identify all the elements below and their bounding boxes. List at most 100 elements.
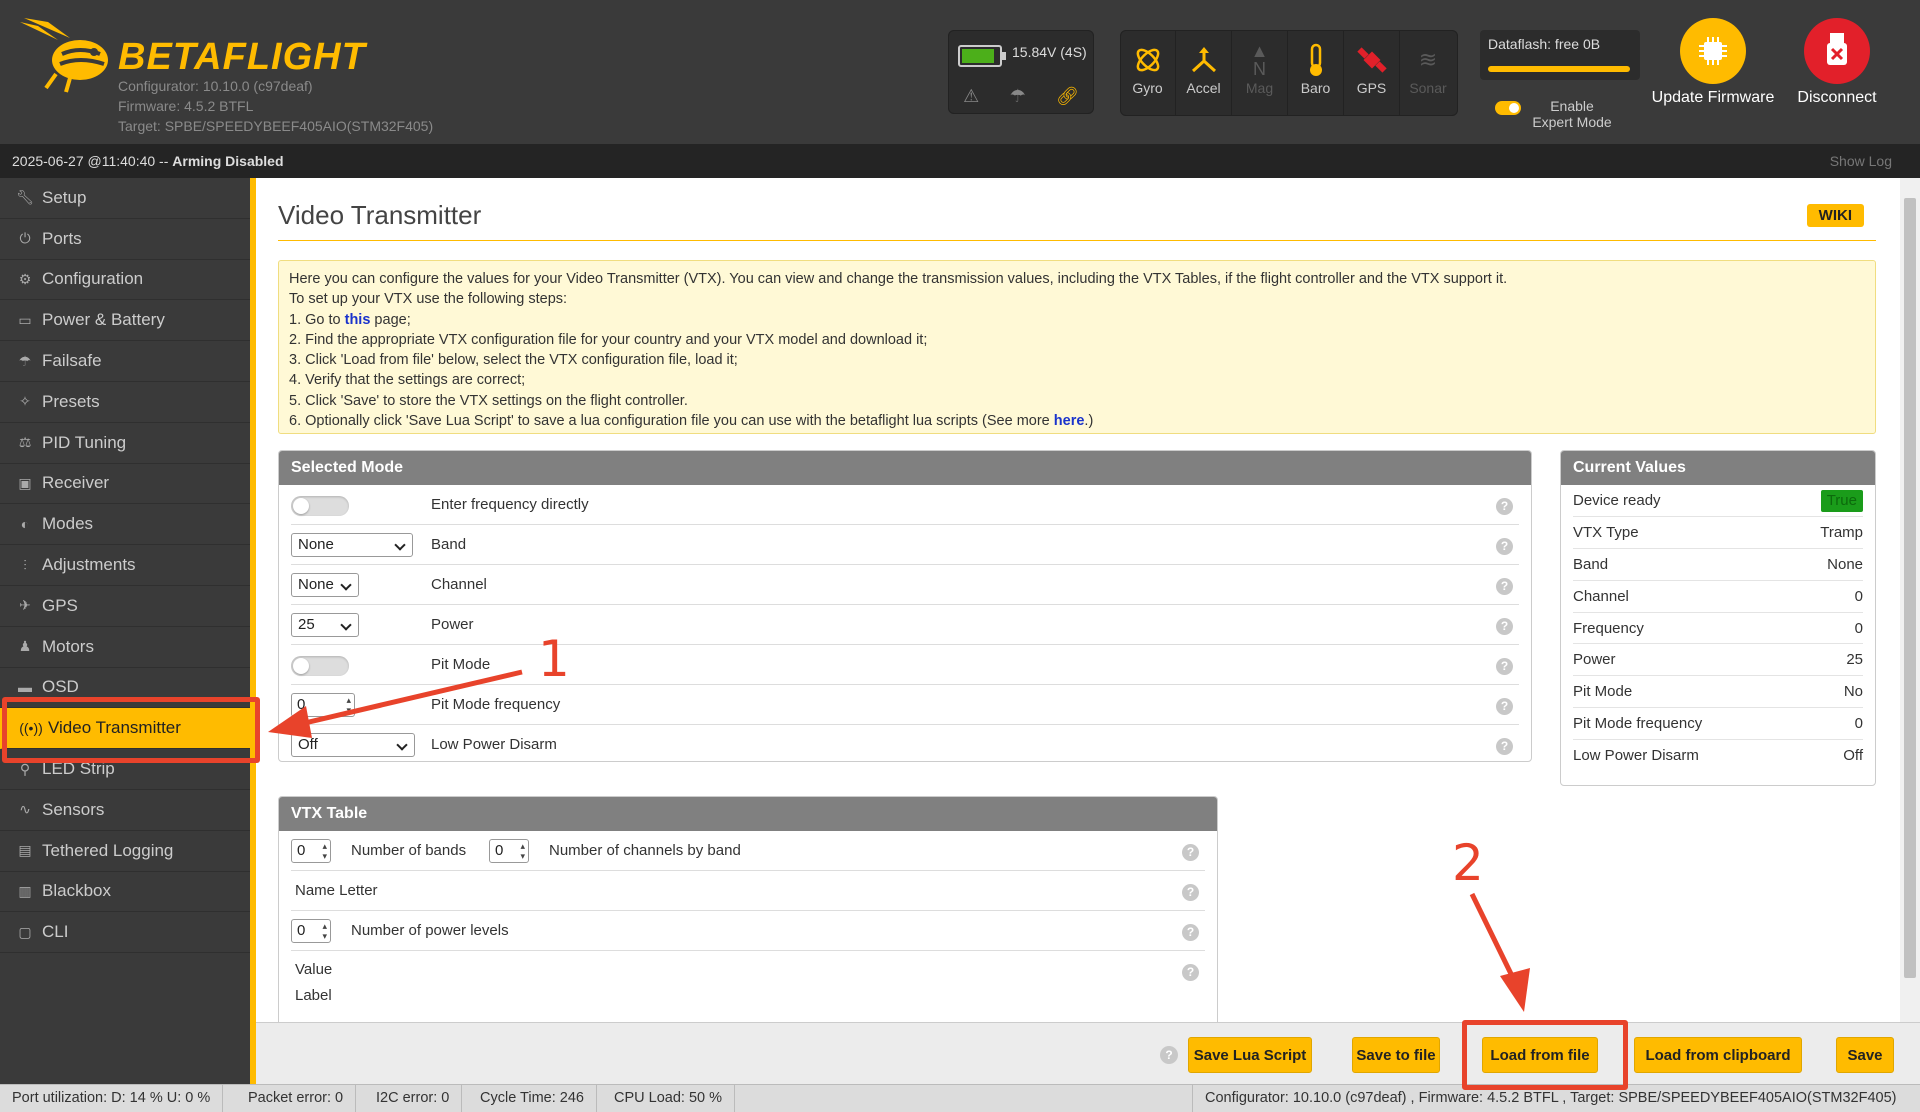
num-channels-input[interactable]: 0	[489, 839, 529, 863]
freq-direct-switch[interactable]	[291, 496, 349, 516]
dataflash-status: Dataflash: free 0B	[1480, 30, 1640, 80]
title-divider	[278, 240, 1876, 241]
sidebar-item-receiver[interactable]: ▣ Receiver	[0, 464, 250, 505]
cv-low-power-disarm: Low Power Disarm Off	[1573, 747, 1863, 765]
sidebar: 🔧︎ Setup ⏻ Ports ⚙ Configuration ▭ Power & B…	[0, 178, 250, 1084]
this-page-link[interactable]: this	[345, 312, 371, 328]
channel-row: None Channel ?	[291, 565, 1519, 605]
modes-icon: ◐	[20, 516, 30, 533]
bottom-status-bar: Port utilization: D: 14 % U: 0 % Packet …	[0, 1084, 1920, 1112]
help-icon[interactable]: ?	[1496, 498, 1513, 515]
expert-mode-switch[interactable]	[1495, 101, 1521, 115]
cv-channel: Channel 0	[1573, 581, 1863, 613]
pit-mode-frequency-input[interactable]: 0	[291, 693, 355, 717]
wiki-button[interactable]: WIKI	[1806, 204, 1864, 227]
cv-power: Power 25	[1573, 644, 1863, 677]
help-icon[interactable]: ?	[1160, 1046, 1178, 1064]
pit-mode-row: Pit Mode ?	[291, 645, 1519, 685]
sidebar-item-sensors[interactable]: ∿ Sensors	[0, 790, 250, 831]
sensor-baro: Baro	[1288, 30, 1344, 116]
help-icon[interactable]: ?	[1496, 658, 1513, 675]
save-to-file-button[interactable]: Save to file	[1352, 1037, 1440, 1073]
parachute-icon: ☂	[1009, 86, 1026, 106]
vtx-bands-row: 0 Number of bands 0 Number of channels b…	[291, 831, 1205, 871]
cv-device-ready: Device ready True	[1573, 485, 1863, 517]
configurator-version: Configurator: 10.10.0 (c97deaf)	[118, 78, 313, 94]
sidebar-item-setup[interactable]: 🔧︎ Setup	[0, 178, 250, 219]
sidebar-item-cli[interactable]: ▢ CLI	[0, 912, 250, 954]
plug-icon: ⏻	[19, 230, 31, 247]
sidebar-item-presets[interactable]: ✧ Presets	[0, 382, 250, 423]
sidebar-item-modes[interactable]: ◐ Modes	[0, 504, 250, 546]
channel-select[interactable]: None	[291, 573, 359, 597]
sidebar-item-failsafe[interactable]: ☂ Failsafe	[0, 341, 250, 382]
warning-icon: ⚠	[963, 86, 980, 106]
battery-voltage: 15.84V (4S)	[1012, 44, 1087, 60]
blackbox-icon: ▥	[18, 882, 32, 899]
wrench-icon: 🔧︎	[16, 189, 34, 206]
gyro-icon	[1120, 40, 1175, 80]
cycle-time: Cycle Time: 246	[468, 1085, 597, 1112]
osd-icon: ▬	[18, 679, 32, 696]
sensor-mag: ▲ N Mag	[1232, 30, 1288, 116]
annotation-box-video-transmitter	[2, 697, 260, 763]
accel-icon	[1176, 40, 1231, 80]
annotation-number-2: 2	[1452, 834, 1484, 892]
target-info: Target: SPBE/SPEEDYBEEF405AIO(STM32F405)	[118, 118, 434, 134]
pulse-icon: ∿	[19, 801, 31, 818]
expert-mode-toggle[interactable]: Enable Expert Mode	[1495, 98, 1615, 130]
power-row: 25 Power ?	[291, 605, 1519, 645]
sidebar-item-motors[interactable]: ♟ Motors	[0, 627, 250, 668]
help-icon[interactable]: ?	[1496, 538, 1513, 555]
disconnect-button[interactable]: Disconnect	[1772, 18, 1902, 107]
num-bands-input[interactable]: 0	[291, 839, 331, 863]
selected-mode-panel: Selected Mode Enter frequency directly ?…	[278, 450, 1532, 762]
power-select[interactable]: 25	[291, 613, 359, 637]
pit-mode-switch[interactable]	[291, 656, 349, 676]
sidebar-item-ports[interactable]: ⏻ Ports	[0, 219, 250, 260]
help-icon[interactable]: ?	[1496, 698, 1513, 715]
show-log-link[interactable]: Show Log	[1830, 144, 1892, 178]
help-icon[interactable]: ?	[1496, 618, 1513, 635]
power-levels-row: 0 Number of power levels ?	[291, 911, 1205, 951]
help-icon[interactable]: ?	[1182, 844, 1199, 861]
sidebar-item-configuration[interactable]: ⚙ Configuration	[0, 260, 250, 301]
scrollbar-thumb[interactable]	[1904, 198, 1916, 978]
sidebar-item-gps[interactable]: ✈ GPS	[0, 586, 250, 627]
help-icon[interactable]: ?	[1182, 924, 1199, 941]
help-icon[interactable]: ?	[1182, 964, 1199, 981]
content-area: Video Transmitter WIKI Here you can conf…	[256, 178, 1900, 1022]
status-bar: 2025-06-27 @11:40:40 -- Arming Disabled …	[0, 144, 1920, 178]
annotation-box-load-from-file	[1462, 1020, 1628, 1090]
footer-toolbar: ? Save Lua Script Save to file Load from…	[256, 1022, 1920, 1084]
here-link[interactable]: here	[1054, 413, 1085, 429]
load-from-clipboard-button[interactable]: Load from clipboard	[1634, 1037, 1802, 1073]
status-datetime: 2025-06-27 @11:40:40	[12, 153, 156, 169]
help-icon[interactable]: ?	[1496, 578, 1513, 595]
cv-pit-mode: Pit Mode No	[1573, 676, 1863, 709]
sidebar-item-blackbox[interactable]: ▥ Blackbox	[0, 872, 250, 913]
update-firmware-button[interactable]: Update Firmware	[1648, 18, 1778, 107]
power-values-row: Value Label ?	[291, 951, 1205, 1011]
sidebar-item-power-battery[interactable]: ▭ Power & Battery	[0, 300, 250, 342]
sensor-gps: GPS	[1344, 30, 1400, 116]
help-icon[interactable]: ?	[1182, 884, 1199, 901]
low-power-disarm-select[interactable]: Off	[291, 733, 415, 757]
sidebar-item-adjustments[interactable]: ⫶ Adjustments	[0, 545, 250, 586]
annotation-number-1: 1	[538, 630, 570, 688]
page-title: Video Transmitter	[278, 200, 482, 230]
battery-icon	[958, 45, 1006, 67]
num-power-levels-input[interactable]: 0	[291, 919, 331, 943]
band-select[interactable]: None	[291, 533, 413, 557]
cpu-load: CPU Load: 50 %	[602, 1085, 736, 1112]
sidebar-item-tethered-logging[interactable]: ▤ Tethered Logging	[0, 831, 250, 872]
help-icon[interactable]: ?	[1496, 738, 1513, 755]
satellite-icon: ✈	[19, 597, 31, 614]
led-icon: ⚲	[19, 760, 31, 777]
packet-error: Packet error: 0	[236, 1085, 357, 1112]
sidebar-item-pid-tuning[interactable]: ⚖ PID Tuning	[0, 423, 250, 464]
header: BETAFLIGHT Configurator: 10.10.0 (c97dea…	[0, 0, 1920, 144]
save-button[interactable]: Save	[1836, 1037, 1894, 1073]
save-lua-script-button[interactable]: Save Lua Script	[1188, 1037, 1312, 1073]
content-scrollbar[interactable]	[1900, 178, 1920, 1022]
